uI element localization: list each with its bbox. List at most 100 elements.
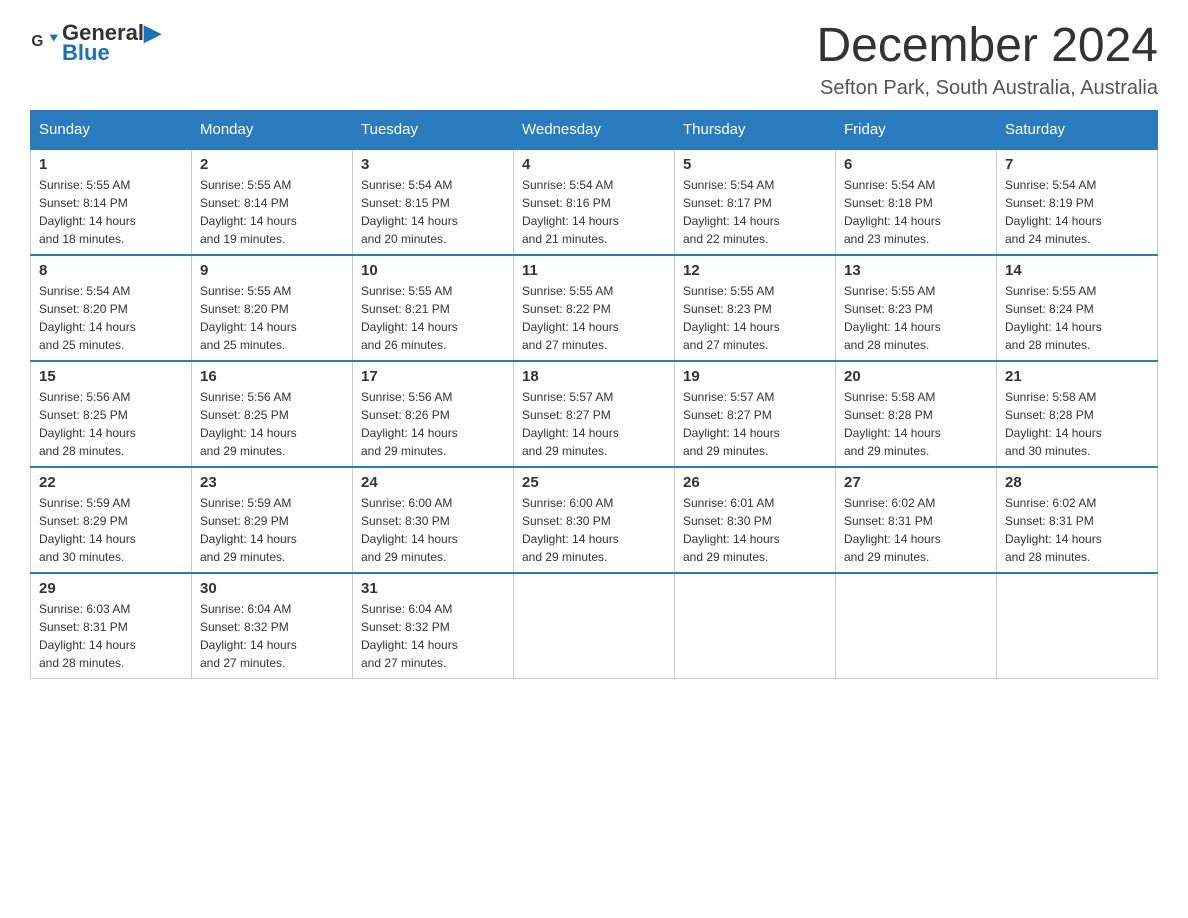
day-number: 4 [522,156,666,173]
calendar-cell: 14 Sunrise: 5:55 AM Sunset: 8:24 PM Dayl… [997,255,1158,361]
calendar-cell: 24 Sunrise: 6:00 AM Sunset: 8:30 PM Dayl… [353,467,514,573]
day-number: 28 [1005,474,1149,491]
day-number: 26 [683,474,827,491]
day-number: 13 [844,262,988,279]
day-number: 2 [200,156,344,173]
calendar-cell: 27 Sunrise: 6:02 AM Sunset: 8:31 PM Dayl… [836,467,997,573]
calendar-cell: 26 Sunrise: 6:01 AM Sunset: 8:30 PM Dayl… [675,467,836,573]
day-info: Sunrise: 5:57 AM Sunset: 8:27 PM Dayligh… [522,388,666,460]
calendar-header-thursday: Thursday [675,110,836,149]
calendar-cell: 8 Sunrise: 5:54 AM Sunset: 8:20 PM Dayli… [31,255,192,361]
day-info: Sunrise: 5:56 AM Sunset: 8:25 PM Dayligh… [39,388,183,460]
calendar-cell: 11 Sunrise: 5:55 AM Sunset: 8:22 PM Dayl… [514,255,675,361]
day-info: Sunrise: 5:55 AM Sunset: 8:23 PM Dayligh… [683,282,827,354]
calendar-header-wednesday: Wednesday [514,110,675,149]
title-area: December 2024 Sefton Park, South Austral… [816,20,1158,100]
day-info: Sunrise: 6:01 AM Sunset: 8:30 PM Dayligh… [683,494,827,566]
calendar-cell: 4 Sunrise: 5:54 AM Sunset: 8:16 PM Dayli… [514,149,675,255]
calendar-cell: 21 Sunrise: 5:58 AM Sunset: 8:28 PM Dayl… [997,361,1158,467]
day-number: 27 [844,474,988,491]
day-number: 10 [361,262,505,279]
logo: G General▶ Blue [30,20,161,66]
day-info: Sunrise: 5:58 AM Sunset: 8:28 PM Dayligh… [1005,388,1149,460]
day-info: Sunrise: 5:59 AM Sunset: 8:29 PM Dayligh… [200,494,344,566]
day-number: 18 [522,368,666,385]
calendar-cell [836,573,997,679]
calendar-week-row: 29 Sunrise: 6:03 AM Sunset: 8:31 PM Dayl… [31,573,1158,679]
calendar-cell: 1 Sunrise: 5:55 AM Sunset: 8:14 PM Dayli… [31,149,192,255]
calendar-header-friday: Friday [836,110,997,149]
calendar-cell: 23 Sunrise: 5:59 AM Sunset: 8:29 PM Dayl… [192,467,353,573]
calendar-cell: 16 Sunrise: 5:56 AM Sunset: 8:25 PM Dayl… [192,361,353,467]
logo-icon: G [30,29,58,57]
day-number: 21 [1005,368,1149,385]
day-info: Sunrise: 5:54 AM Sunset: 8:17 PM Dayligh… [683,176,827,248]
day-info: Sunrise: 5:54 AM Sunset: 8:18 PM Dayligh… [844,176,988,248]
calendar-cell: 19 Sunrise: 5:57 AM Sunset: 8:27 PM Dayl… [675,361,836,467]
calendar-cell: 31 Sunrise: 6:04 AM Sunset: 8:32 PM Dayl… [353,573,514,679]
calendar-cell: 17 Sunrise: 5:56 AM Sunset: 8:26 PM Dayl… [353,361,514,467]
calendar-cell [514,573,675,679]
calendar-cell: 28 Sunrise: 6:02 AM Sunset: 8:31 PM Dayl… [997,467,1158,573]
month-title: December 2024 [816,20,1158,73]
day-info: Sunrise: 6:02 AM Sunset: 8:31 PM Dayligh… [844,494,988,566]
day-number: 15 [39,368,183,385]
calendar-cell: 3 Sunrise: 5:54 AM Sunset: 8:15 PM Dayli… [353,149,514,255]
calendar-week-row: 8 Sunrise: 5:54 AM Sunset: 8:20 PM Dayli… [31,255,1158,361]
calendar-table: SundayMondayTuesdayWednesdayThursdayFrid… [30,110,1158,679]
calendar-header-sunday: Sunday [31,110,192,149]
calendar-week-row: 1 Sunrise: 5:55 AM Sunset: 8:14 PM Dayli… [31,149,1158,255]
day-number: 22 [39,474,183,491]
calendar-cell: 18 Sunrise: 5:57 AM Sunset: 8:27 PM Dayl… [514,361,675,467]
day-number: 25 [522,474,666,491]
day-info: Sunrise: 5:55 AM Sunset: 8:23 PM Dayligh… [844,282,988,354]
day-info: Sunrise: 5:54 AM Sunset: 8:16 PM Dayligh… [522,176,666,248]
day-info: Sunrise: 5:56 AM Sunset: 8:25 PM Dayligh… [200,388,344,460]
day-info: Sunrise: 5:54 AM Sunset: 8:15 PM Dayligh… [361,176,505,248]
calendar-cell [675,573,836,679]
calendar-week-row: 15 Sunrise: 5:56 AM Sunset: 8:25 PM Dayl… [31,361,1158,467]
calendar-cell: 20 Sunrise: 5:58 AM Sunset: 8:28 PM Dayl… [836,361,997,467]
page-header: G General▶ Blue December 2024 Sefton Par… [30,20,1158,100]
calendar-cell: 13 Sunrise: 5:55 AM Sunset: 8:23 PM Dayl… [836,255,997,361]
calendar-cell: 25 Sunrise: 6:00 AM Sunset: 8:30 PM Dayl… [514,467,675,573]
day-number: 23 [200,474,344,491]
calendar-header-tuesday: Tuesday [353,110,514,149]
day-number: 11 [522,262,666,279]
day-number: 17 [361,368,505,385]
day-info: Sunrise: 5:58 AM Sunset: 8:28 PM Dayligh… [844,388,988,460]
day-info: Sunrise: 5:55 AM Sunset: 8:24 PM Dayligh… [1005,282,1149,354]
day-info: Sunrise: 5:55 AM Sunset: 8:14 PM Dayligh… [39,176,183,248]
day-number: 30 [200,580,344,597]
day-number: 16 [200,368,344,385]
location-title: Sefton Park, South Australia, Australia [816,77,1158,100]
day-info: Sunrise: 5:54 AM Sunset: 8:20 PM Dayligh… [39,282,183,354]
day-number: 7 [1005,156,1149,173]
calendar-cell [997,573,1158,679]
day-number: 20 [844,368,988,385]
calendar-cell: 7 Sunrise: 5:54 AM Sunset: 8:19 PM Dayli… [997,149,1158,255]
calendar-cell: 6 Sunrise: 5:54 AM Sunset: 8:18 PM Dayli… [836,149,997,255]
day-info: Sunrise: 6:04 AM Sunset: 8:32 PM Dayligh… [200,600,344,672]
calendar-cell: 9 Sunrise: 5:55 AM Sunset: 8:20 PM Dayli… [192,255,353,361]
day-number: 24 [361,474,505,491]
day-info: Sunrise: 6:04 AM Sunset: 8:32 PM Dayligh… [361,600,505,672]
day-number: 5 [683,156,827,173]
calendar-body: 1 Sunrise: 5:55 AM Sunset: 8:14 PM Dayli… [31,149,1158,679]
day-info: Sunrise: 5:54 AM Sunset: 8:19 PM Dayligh… [1005,176,1149,248]
day-number: 3 [361,156,505,173]
day-info: Sunrise: 5:55 AM Sunset: 8:21 PM Dayligh… [361,282,505,354]
day-info: Sunrise: 5:55 AM Sunset: 8:22 PM Dayligh… [522,282,666,354]
calendar-cell: 10 Sunrise: 5:55 AM Sunset: 8:21 PM Dayl… [353,255,514,361]
day-number: 31 [361,580,505,597]
day-info: Sunrise: 5:55 AM Sunset: 8:14 PM Dayligh… [200,176,344,248]
calendar-cell: 22 Sunrise: 5:59 AM Sunset: 8:29 PM Dayl… [31,467,192,573]
day-number: 19 [683,368,827,385]
calendar-header-monday: Monday [192,110,353,149]
day-info: Sunrise: 6:02 AM Sunset: 8:31 PM Dayligh… [1005,494,1149,566]
day-info: Sunrise: 5:55 AM Sunset: 8:20 PM Dayligh… [200,282,344,354]
day-number: 1 [39,156,183,173]
day-number: 9 [200,262,344,279]
calendar-cell: 29 Sunrise: 6:03 AM Sunset: 8:31 PM Dayl… [31,573,192,679]
day-info: Sunrise: 5:59 AM Sunset: 8:29 PM Dayligh… [39,494,183,566]
